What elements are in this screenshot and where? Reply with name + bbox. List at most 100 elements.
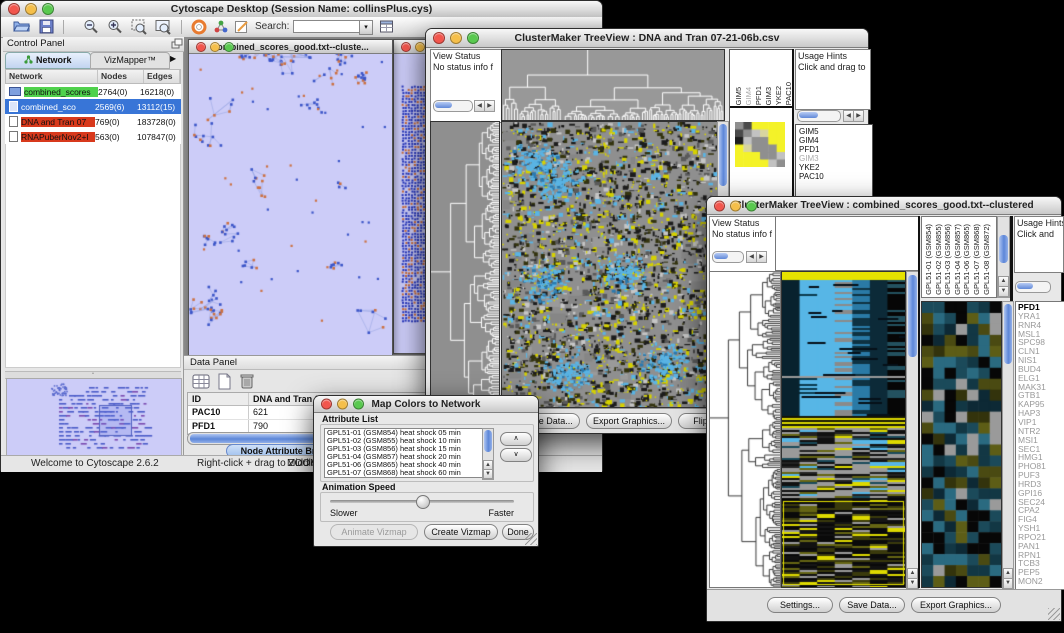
attribute-list-vscrollbar[interactable]: ▲ ▼ <box>482 428 494 480</box>
column-labels-vscrollbar[interactable]: ▲ ▼ <box>997 216 1010 298</box>
close-icon[interactable] <box>321 399 332 410</box>
scroll-right-icon[interactable]: ▶ <box>853 110 864 122</box>
minimize-icon[interactable] <box>415 42 425 52</box>
zoom-icon[interactable] <box>224 42 234 52</box>
scroll-down-icon[interactable]: ▼ <box>1003 578 1013 589</box>
save-icon[interactable] <box>39 19 56 35</box>
status-welcome: Welcome to Cytoscape 2.6.2 <box>31 458 159 469</box>
animate-vizmap-button[interactable]: Animate Vizmap <box>330 524 418 540</box>
zoom-fit-icon[interactable] <box>155 19 172 35</box>
scroll-thumb[interactable] <box>484 430 492 452</box>
row-dendrogram[interactable] <box>709 271 781 588</box>
scroll-down-icon[interactable]: ▼ <box>483 469 493 479</box>
slider-min-label: Slower <box>330 508 358 518</box>
treeview1-title-bar[interactable]: ClusterMaker TreeView : DNA and Tran 07-… <box>426 29 868 48</box>
network-row[interactable]: combined_sco 2569(6) 13112(15) <box>5 99 181 114</box>
mini-hscrollbar[interactable] <box>797 110 841 122</box>
attribute-list[interactable]: GPL51-01 (GSM854) heat shock 05 minGPL51… <box>324 428 486 478</box>
minimize-icon[interactable] <box>450 32 462 44</box>
resize-grip[interactable] <box>525 533 537 545</box>
network-overview-thumbnail[interactable] <box>6 378 182 456</box>
tab-network[interactable]: Network <box>5 52 91 69</box>
zoom-out-icon[interactable] <box>83 19 100 35</box>
network-modify-icon[interactable] <box>213 19 230 35</box>
zoom-vscrollbar[interactable]: ▲ ▼ <box>1002 301 1014 590</box>
save-data-button[interactable]: Save Data... <box>839 597 905 613</box>
mini-hscrollbar[interactable] <box>433 100 473 112</box>
minimize-icon[interactable] <box>337 399 348 410</box>
tab-overflow-icon[interactable]: ▶ <box>170 54 176 63</box>
network-view-title-bar[interactable]: combined_scores_good.txt--cluste... <box>189 40 392 54</box>
attribute-list-item[interactable]: GPL51-03 (GSM856) heat shock 15 min <box>327 445 483 453</box>
attribute-list-item[interactable]: GPL51-01 (GSM854) heat shock 05 min <box>327 429 483 437</box>
zoom-selected-icon[interactable] <box>131 19 148 35</box>
close-icon[interactable] <box>196 42 206 52</box>
row-label: YKE2 <box>799 163 869 172</box>
annotation-icon[interactable] <box>234 19 251 35</box>
close-icon[interactable] <box>433 32 445 44</box>
attribute-list-item[interactable]: GPL51-04 (GSM857) heat shock 20 min <box>327 453 483 461</box>
column-dendrogram[interactable] <box>501 49 725 121</box>
scroll-right-icon[interactable]: ▶ <box>756 251 767 263</box>
zoom-icon[interactable] <box>353 399 364 410</box>
help-ring-icon[interactable] <box>191 19 208 35</box>
network-view-canvas[interactable] <box>189 40 390 340</box>
dialog-title-bar[interactable]: Map Colors to Network <box>314 396 538 413</box>
export-graphics-button[interactable]: Export Graphics... <box>586 413 672 429</box>
zoom-icon[interactable] <box>746 200 757 211</box>
minimize-icon[interactable] <box>25 3 37 15</box>
search-input[interactable] <box>293 20 361 33</box>
network-name: DNA and Tran 07 <box>21 117 95 127</box>
move-down-button[interactable]: ∨ <box>500 448 532 462</box>
scroll-down-icon[interactable]: ▼ <box>907 578 918 589</box>
correlation-matrix-canvas[interactable] <box>735 122 785 167</box>
main-title-bar[interactable]: Cytoscape Desktop (Session Name: collins… <box>1 1 602 18</box>
heatmap-canvas[interactable] <box>781 271 906 588</box>
speed-slider-thumb[interactable] <box>416 495 430 509</box>
scroll-thumb[interactable] <box>714 253 728 259</box>
minimize-icon[interactable] <box>730 200 741 211</box>
open-folder-icon[interactable] <box>13 19 30 35</box>
network-list: combined_scores 2764(0) 16218(0) combine… <box>5 84 181 144</box>
search-dropdown-icon[interactable]: ▾ <box>359 20 373 35</box>
row-dendrogram[interactable] <box>430 121 500 408</box>
network-row[interactable]: DNA and Tran 07 769(0) 183728(0) <box>5 114 181 129</box>
scroll-down-icon[interactable]: ▼ <box>998 286 1009 297</box>
attribute-list-item[interactable]: GPL51-07 (GSM868) heat shock 60 min <box>327 469 483 477</box>
zoom-heatmap-canvas[interactable] <box>921 301 1002 588</box>
scroll-thumb[interactable] <box>1017 283 1033 289</box>
close-icon[interactable] <box>401 42 411 52</box>
scroll-thumb[interactable] <box>908 275 917 357</box>
scroll-thumb[interactable] <box>799 112 818 118</box>
column-tree-area[interactable] <box>775 216 919 271</box>
close-icon[interactable] <box>8 3 20 15</box>
scroll-right-icon[interactable]: ▶ <box>484 100 495 112</box>
move-up-button[interactable]: ∧ <box>500 432 532 446</box>
tab-vizmapper[interactable]: VizMapper™ <box>90 52 170 69</box>
settings-button[interactable]: Settings... <box>767 597 833 613</box>
minimize-icon[interactable] <box>210 42 220 52</box>
close-icon[interactable] <box>714 200 725 211</box>
zoom-column-labels: GPL51-01 (GSM854)GPL51-02 (GSM855)GPL51-… <box>924 217 991 295</box>
treeview2-title-bar[interactable]: ClusterMaker TreeView : combined_scores_… <box>707 197 1061 215</box>
heatmap-canvas[interactable] <box>501 121 718 408</box>
attribute-list-item[interactable]: GPL51-02 (GSM855) heat shock 10 min <box>327 437 483 445</box>
network-row[interactable]: RNAPuberNov2+I 563(0) 107847(0) <box>5 129 181 144</box>
network-table-header-cell: Network <box>6 70 98 83</box>
export-graphics-button[interactable]: Export Graphics... <box>911 597 1001 613</box>
attribute-list-label: Attribute List <box>322 414 378 424</box>
network-row[interactable]: combined_scores 2764(0) 16218(0) <box>5 84 181 99</box>
zoom-icon[interactable] <box>42 3 54 15</box>
attribute-list-item[interactable]: GPL51-06 (GSM865) heat shock 40 min <box>327 461 483 469</box>
scroll-thumb[interactable] <box>719 124 727 186</box>
create-vizmap-button[interactable]: Create Vizmap <box>424 524 498 540</box>
scroll-thumb[interactable] <box>999 235 1008 263</box>
mini-hscrollbar[interactable] <box>1015 281 1051 293</box>
mini-hscrollbar[interactable] <box>712 251 744 263</box>
attribute-table-icon[interactable] <box>379 19 396 35</box>
scroll-thumb[interactable] <box>435 102 452 108</box>
zoom-in-icon[interactable] <box>107 19 124 35</box>
scroll-thumb[interactable] <box>1004 304 1012 364</box>
resize-grip[interactable] <box>1048 608 1060 620</box>
zoom-icon[interactable] <box>467 32 479 44</box>
